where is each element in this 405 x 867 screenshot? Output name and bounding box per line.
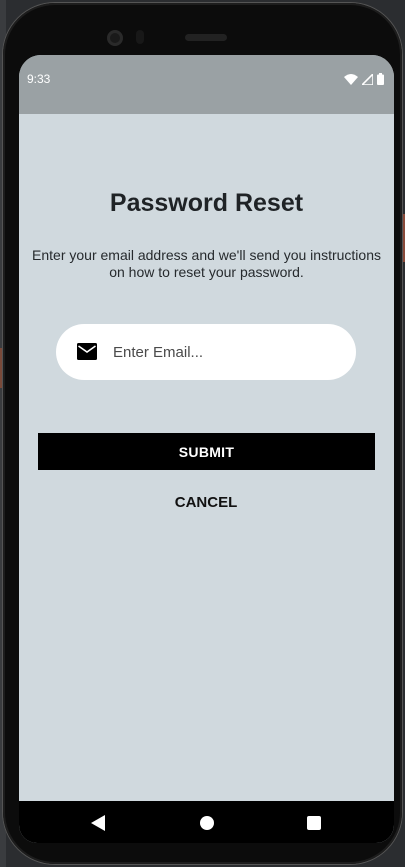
navigation-bar [19, 801, 394, 843]
status-time: 9:33 [27, 72, 51, 86]
mail-icon [77, 343, 97, 360]
front-camera [107, 30, 123, 46]
status-icons [344, 73, 384, 85]
earpiece-speaker [185, 34, 227, 41]
recent-apps-icon[interactable] [307, 816, 321, 830]
battery-icon [377, 73, 384, 85]
phone-device-frame: 9:33 Password Reset Enter your email add… [3, 3, 402, 864]
status-bar: 9:33 [19, 55, 394, 114]
cancel-button[interactable]: CANCEL [131, 488, 281, 516]
home-icon[interactable] [200, 816, 214, 830]
wifi-icon [344, 73, 358, 85]
signal-icon [362, 73, 373, 85]
page-title: Password Reset [109, 189, 304, 217]
email-field[interactable] [56, 324, 356, 380]
email-input[interactable] [113, 324, 343, 380]
phone-screen: 9:33 Password Reset Enter your email add… [19, 55, 394, 843]
page-subtitle: Enter your email address and we'll send … [32, 247, 381, 280]
submit-button[interactable]: SUBMIT [38, 433, 375, 470]
back-icon[interactable] [91, 815, 105, 831]
proximity-sensor [136, 30, 144, 44]
reset-password-content: Password Reset Enter your email address … [19, 114, 394, 801]
